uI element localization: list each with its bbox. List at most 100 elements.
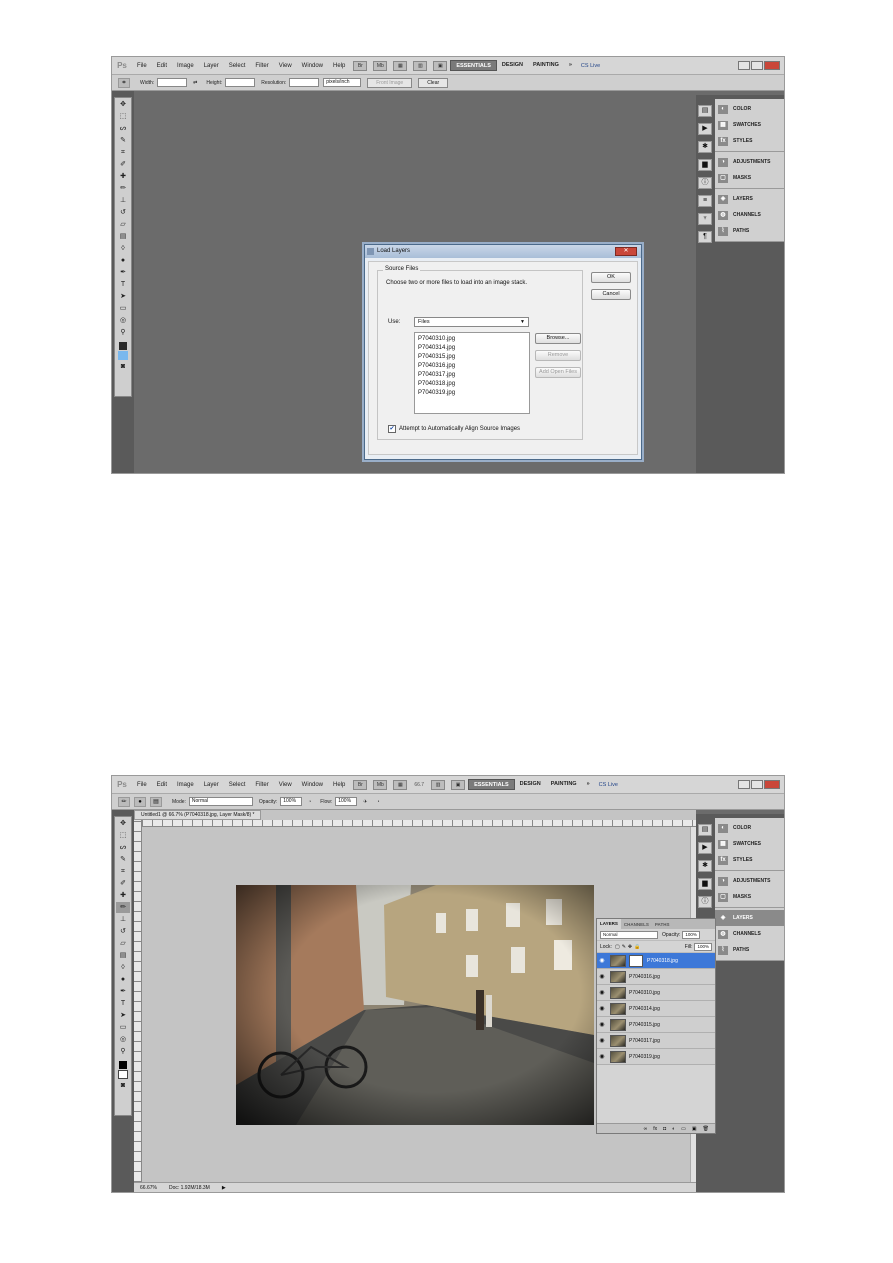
panel-adjustments[interactable]: ◑ ADJUSTMENTS <box>715 873 784 889</box>
minimize-icon[interactable] <box>738 780 750 789</box>
zoom-tool-icon[interactable]: ⚲ <box>116 327 130 338</box>
view-extras-icon[interactable]: ▦ <box>393 60 408 71</box>
file-list-item[interactable]: P7040319.jpg <box>418 389 526 398</box>
resolution-field[interactable] <box>289 78 320 87</box>
menu-layer[interactable]: Layer <box>199 782 224 788</box>
eye-icon[interactable]: ◉ <box>597 973 607 980</box>
bridge-icon[interactable]: Br <box>353 779 368 790</box>
menu-edit[interactable]: Edit <box>152 63 172 69</box>
brush-preset-icon[interactable]: ● <box>134 796 146 807</box>
file-list-item[interactable]: P7040310.jpg <box>418 335 526 344</box>
quick-mask-icon[interactable]: ◙ <box>116 1080 130 1091</box>
trash-icon[interactable]: 🗑 <box>703 1126 709 1132</box>
menu-view[interactable]: View <box>274 782 297 788</box>
marquee-tool-icon[interactable]: ⬚ <box>116 111 130 122</box>
menu-select[interactable]: Select <box>224 63 251 69</box>
maximize-icon[interactable] <box>751 780 763 789</box>
file-list-item[interactable]: P7040315.jpg <box>418 353 526 362</box>
menu-image[interactable]: Image <box>172 782 199 788</box>
healing-tool-icon[interactable]: ✚ <box>116 890 130 901</box>
maximize-icon[interactable] <box>751 61 763 70</box>
layer-row[interactable]: ◉ P7040315.jpg <box>597 1017 715 1033</box>
eye-icon[interactable]: ◉ <box>597 1053 607 1060</box>
zoom-level[interactable]: 66.7 <box>410 782 428 788</box>
minibridge-icon[interactable]: Mb <box>373 779 388 790</box>
shape-tool-icon[interactable]: ▭ <box>116 1022 130 1033</box>
blend-mode-select[interactable]: Normal <box>600 930 658 939</box>
menu-file[interactable]: File <box>132 782 152 788</box>
fill-field[interactable]: 100% <box>694 942 712 951</box>
info-panel-icon[interactable]: ⓘ <box>698 896 712 908</box>
horizontal-ruler[interactable] <box>142 820 696 827</box>
actions-panel-icon[interactable]: ▶ <box>698 123 712 135</box>
panel-layers[interactable]: ◈ LAYERS <box>715 910 784 926</box>
align-checkbox-row[interactable]: ✔ Attempt to Automatically Align Source … <box>388 425 520 433</box>
lock-all-icon[interactable]: 🔒 <box>634 944 640 950</box>
layer-row[interactable]: ◉ P7040316.jpg <box>597 969 715 985</box>
panel-adjustments[interactable]: ◑ ADJUSTMENTS <box>715 154 784 170</box>
minibridge-icon[interactable]: Mb <box>373 60 388 71</box>
panel-masks[interactable]: ▢ MASKS <box>715 170 784 186</box>
gradient-tool-icon[interactable]: ▤ <box>116 231 130 242</box>
bridge-icon[interactable]: Br <box>353 60 368 71</box>
shape-tool-icon[interactable]: ▭ <box>116 303 130 314</box>
ok-button[interactable]: OK <box>591 272 631 283</box>
browse-button[interactable]: Browse... <box>535 333 581 344</box>
minimize-icon[interactable] <box>738 61 750 70</box>
path-select-icon[interactable]: ➤ <box>116 1010 130 1021</box>
foreground-color-swatch[interactable] <box>119 342 127 350</box>
flow-field[interactable]: 100% <box>335 797 358 806</box>
panel-channels[interactable]: ◍ CHANNELS <box>715 926 784 942</box>
histogram-panel-icon[interactable]: ▆ <box>698 878 712 890</box>
dodge-tool-icon[interactable]: ● <box>116 974 130 985</box>
resolution-unit-select[interactable]: pixels/inch <box>323 78 362 87</box>
close-icon[interactable] <box>764 780 780 789</box>
menu-file[interactable]: File <box>132 63 152 69</box>
panel-paths[interactable]: ⌇ PATHS <box>715 223 784 239</box>
panel-styles[interactable]: fx STYLES <box>715 133 784 149</box>
lasso-tool-icon[interactable]: ᔕ <box>116 123 130 134</box>
lock-pixels-icon[interactable]: ▢ <box>615 944 620 950</box>
crop-tool-icon[interactable]: ⌗ <box>116 866 130 877</box>
menu-edit[interactable]: Edit <box>152 782 172 788</box>
history-brush-icon[interactable]: ↺ <box>116 207 130 218</box>
dodge-tool-icon[interactable]: ● <box>116 255 130 266</box>
file-list-item[interactable]: P7040314.jpg <box>418 344 526 353</box>
workspace-design[interactable]: DESIGN <box>515 779 546 790</box>
type-tool-icon[interactable]: T <box>116 279 130 290</box>
front-image-button[interactable]: Front Image <box>367 77 413 88</box>
panel-swatches[interactable]: ▦ SWATCHES <box>715 117 784 133</box>
menu-window[interactable]: Window <box>297 782 328 788</box>
eraser-tool-icon[interactable]: ▱ <box>116 219 130 230</box>
close-icon[interactable] <box>764 61 780 70</box>
height-field[interactable] <box>225 78 256 87</box>
airbrush-icon[interactable]: ✈ <box>363 799 367 805</box>
more-workspaces-button[interactable]: » <box>564 60 577 71</box>
quick-select-tool-icon[interactable]: ✎ <box>116 135 130 146</box>
dialog-titlebar[interactable]: Load Layers ✕ <box>365 245 641 258</box>
menu-help[interactable]: Help <box>328 63 350 69</box>
workspace-essentials[interactable]: ESSENTIALS <box>450 60 497 71</box>
navigator-panel-icon[interactable]: ✱ <box>698 860 712 872</box>
new-layer-icon[interactable]: ▣ <box>692 1126 697 1132</box>
panel-channels[interactable]: ◍ CHANNELS <box>715 207 784 223</box>
info-panel-icon[interactable]: ⓘ <box>698 177 712 189</box>
workspace-painting[interactable]: PAINTING <box>528 60 564 71</box>
move-tool-icon[interactable]: ✥ <box>116 99 130 110</box>
workspace-painting[interactable]: PAINTING <box>546 779 582 790</box>
clone-source-panel-icon[interactable]: ♆ <box>698 213 712 225</box>
blur-tool-icon[interactable]: ◊ <box>116 243 130 254</box>
eye-icon[interactable]: ◉ <box>597 1037 607 1044</box>
menu-view[interactable]: View <box>274 63 297 69</box>
cancel-button[interactable]: Cancel <box>591 289 631 300</box>
navigator-panel-icon[interactable]: ✱ <box>698 141 712 153</box>
clear-button[interactable]: Clear <box>418 77 449 88</box>
swap-icon[interactable]: ⇄ <box>193 80 197 86</box>
fx-icon[interactable]: fx <box>653 1126 657 1132</box>
file-list-item[interactable]: P7040318.jpg <box>418 380 526 389</box>
crop-tool-icon[interactable]: ⌗ <box>118 77 130 88</box>
panel-layers[interactable]: ◈ LAYERS <box>715 191 784 207</box>
tab-channels[interactable]: CHANNELS <box>621 922 652 927</box>
eye-icon[interactable]: ◉ <box>597 1021 607 1028</box>
brush-panel-toggle-icon[interactable]: ▤ <box>150 796 162 807</box>
